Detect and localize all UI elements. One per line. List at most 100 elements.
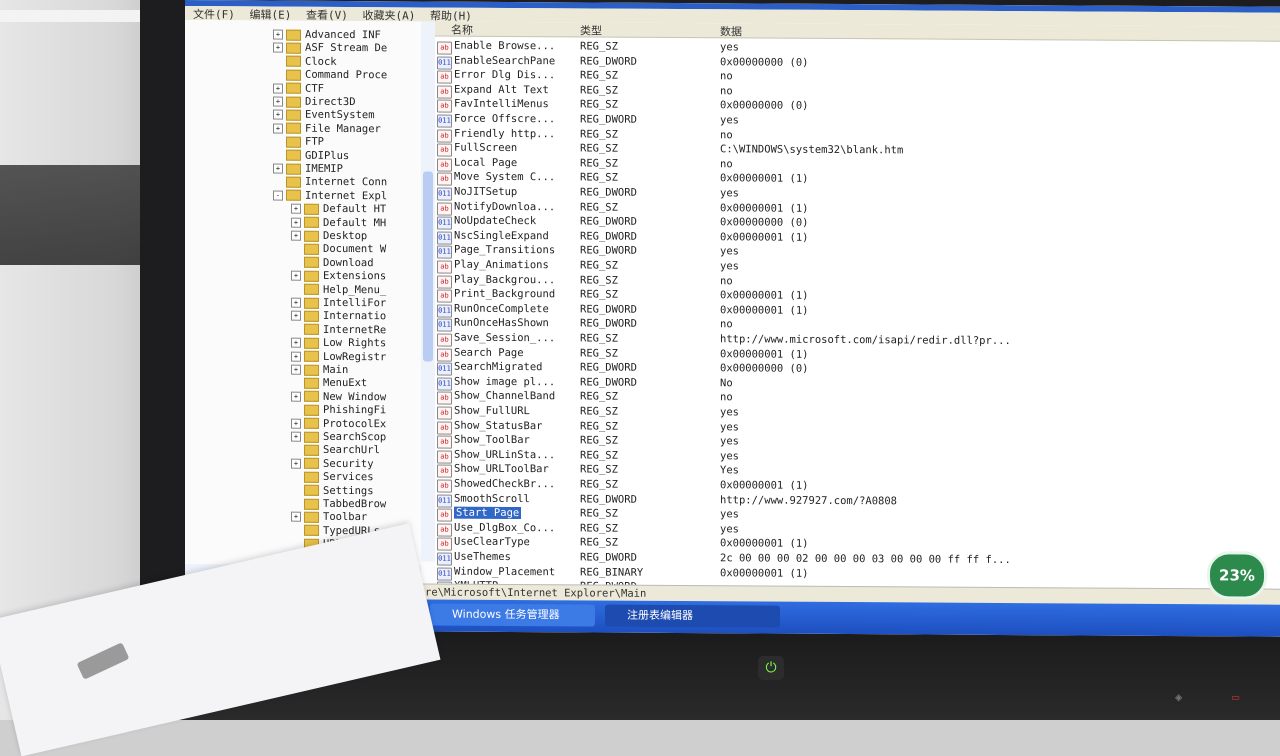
value-name: Enable Browse...: [454, 39, 556, 53]
expand-toggle-icon[interactable]: +: [291, 337, 301, 348]
tree-node[interactable]: + Advanced INF: [273, 29, 381, 43]
monitor-menu-icon[interactable]: ◈: [1175, 690, 1182, 704]
folder-icon: [286, 55, 301, 68]
tree-node[interactable]: + SearchScop: [291, 431, 386, 445]
column-type-header[interactable]: 类型: [580, 22, 602, 38]
tree-node[interactable]: GDIPlus: [273, 149, 349, 162]
expand-toggle-icon[interactable]: -: [273, 190, 283, 201]
value-name: Play_Backgrou...: [454, 273, 556, 286]
tree-node[interactable]: + ProtocolEx: [291, 417, 386, 431]
power-icon[interactable]: ⏻: [758, 656, 784, 680]
expand-toggle-icon[interactable]: +: [273, 109, 283, 120]
cpu-usage-badge[interactable]: 23%: [1207, 551, 1267, 600]
value-type: REG_DWORD: [580, 376, 637, 389]
expand-toggle-icon[interactable]: +: [291, 270, 301, 281]
column-name-header[interactable]: 名称: [451, 22, 473, 38]
tree-node[interactable]: + CTF: [273, 82, 324, 95]
cpu-usage-label: 23%: [1219, 566, 1255, 585]
value-name: Page_Transitions: [454, 244, 556, 257]
column-data-header[interactable]: 数据: [720, 23, 742, 39]
value-data: 0x00000001 (1): [720, 201, 809, 215]
expand-toggle-icon[interactable]: +: [291, 431, 301, 442]
folder-icon: [304, 511, 319, 523]
expand-toggle-icon[interactable]: +: [273, 83, 283, 94]
tree-node[interactable]: Download: [291, 256, 374, 270]
string-value-icon: ab: [437, 479, 452, 493]
expand-toggle-icon[interactable]: +: [273, 96, 283, 107]
tree-node[interactable]: Settings: [291, 484, 374, 498]
taskbar-button-task-manager[interactable]: Windows 任务管理器: [430, 603, 595, 627]
value-name: Show_URLinSta...: [454, 448, 556, 462]
folder-icon: [304, 484, 319, 496]
tree-scroll-thumb[interactable]: [423, 171, 433, 362]
tree-node[interactable]: + Main: [291, 364, 348, 377]
tree-node[interactable]: + Toolbar: [291, 511, 367, 524]
value-data: no: [720, 391, 733, 404]
tree-node[interactable]: Help_Menu_: [291, 283, 386, 297]
tree-node-label: TabbedBrow: [323, 497, 387, 511]
tree-node-label: Desktop: [323, 229, 368, 243]
tree-node[interactable]: SearchUrl: [291, 444, 380, 458]
folder-icon: [304, 525, 319, 537]
expand-toggle-icon[interactable]: +: [291, 297, 301, 308]
tree-node[interactable]: + Internatio: [291, 310, 386, 324]
value-type: REG_SZ: [580, 478, 618, 491]
monitor-input-icon[interactable]: ▭: [1232, 690, 1239, 704]
tree-node[interactable]: + ASF Stream De: [273, 42, 387, 56]
tree-vertical-scrollbar[interactable]: [421, 21, 435, 562]
expand-toggle-icon[interactable]: +: [291, 364, 301, 375]
tree-node[interactable]: Document W: [291, 243, 386, 257]
expand-toggle-icon[interactable]: +: [273, 123, 283, 134]
expand-toggle-icon[interactable]: +: [291, 311, 301, 322]
tree-node[interactable]: + Default MH: [291, 216, 386, 230]
tree-node[interactable]: + LowRegistr: [291, 350, 386, 364]
tree-node[interactable]: + File Manager: [273, 122, 381, 136]
expand-toggle-icon[interactable]: +: [291, 351, 301, 362]
value-data: 2c 00 00 00 02 00 00 00 03 00 00 00 ff f…: [720, 552, 1011, 567]
tree-node[interactable]: MenuExt: [291, 377, 367, 390]
folder-icon: [304, 350, 319, 362]
tree-node[interactable]: + Direct3D: [273, 96, 356, 110]
taskbar-button-regedit[interactable]: 注册表编辑器: [605, 604, 780, 628]
folder-icon: [286, 69, 301, 81]
tree-node[interactable]: Services: [291, 471, 374, 485]
tree-node-label: ProtocolEx: [323, 417, 387, 430]
tree-node[interactable]: + Extensions: [291, 270, 386, 284]
tree-node[interactable]: TabbedBrow: [291, 498, 386, 512]
tree-node[interactable]: + Security: [291, 457, 374, 471]
tree-node[interactable]: - Internet Expl: [273, 189, 387, 203]
folder-icon: [304, 203, 319, 215]
tree-node-label: MenuExt: [323, 377, 368, 390]
tree-node[interactable]: + New Window: [291, 390, 386, 404]
expand-toggle-icon[interactable]: +: [291, 217, 301, 228]
expand-toggle-icon[interactable]: +: [291, 230, 301, 241]
tree-node[interactable]: + Default HT: [291, 203, 386, 217]
tree-node[interactable]: + IMEMIP: [273, 163, 343, 176]
tree-node-label: Low Rights: [323, 337, 387, 350]
expand-toggle-icon[interactable]: +: [291, 391, 301, 402]
value-data: yes: [720, 435, 739, 448]
tree-node[interactable]: PhishingFi: [291, 404, 386, 418]
folder-icon: [286, 189, 301, 202]
tree-node[interactable]: FTP: [273, 136, 324, 149]
value-name: EnableSearchPane: [454, 54, 556, 67]
tree-node[interactable]: + Desktop: [291, 230, 367, 243]
expand-toggle-icon[interactable]: +: [273, 42, 283, 53]
expand-toggle-icon[interactable]: +: [291, 512, 301, 523]
value-data: http://www.927927.com/?A0808: [720, 493, 898, 507]
tree-node[interactable]: + EventSystem: [273, 109, 375, 123]
expand-toggle-icon[interactable]: +: [291, 203, 301, 214]
tree-node[interactable]: Internet Conn: [273, 176, 387, 190]
expand-toggle-icon[interactable]: +: [273, 29, 283, 40]
tree-node[interactable]: Command Proce: [273, 69, 387, 83]
expand-toggle-icon[interactable]: +: [273, 163, 283, 174]
tree-node[interactable]: + IntelliFor: [291, 297, 386, 311]
expand-toggle-icon[interactable]: +: [291, 458, 301, 469]
folder-icon: [304, 458, 319, 470]
expand-toggle-icon[interactable]: +: [291, 418, 301, 429]
tree-node[interactable]: InternetRe: [291, 323, 386, 337]
tree-node[interactable]: + Low Rights: [291, 337, 386, 351]
value-data: C:\WINDOWS\system32\blank.htm: [720, 143, 904, 157]
string-value-icon: ab: [437, 143, 452, 157]
tree-node[interactable]: Clock: [273, 55, 337, 68]
